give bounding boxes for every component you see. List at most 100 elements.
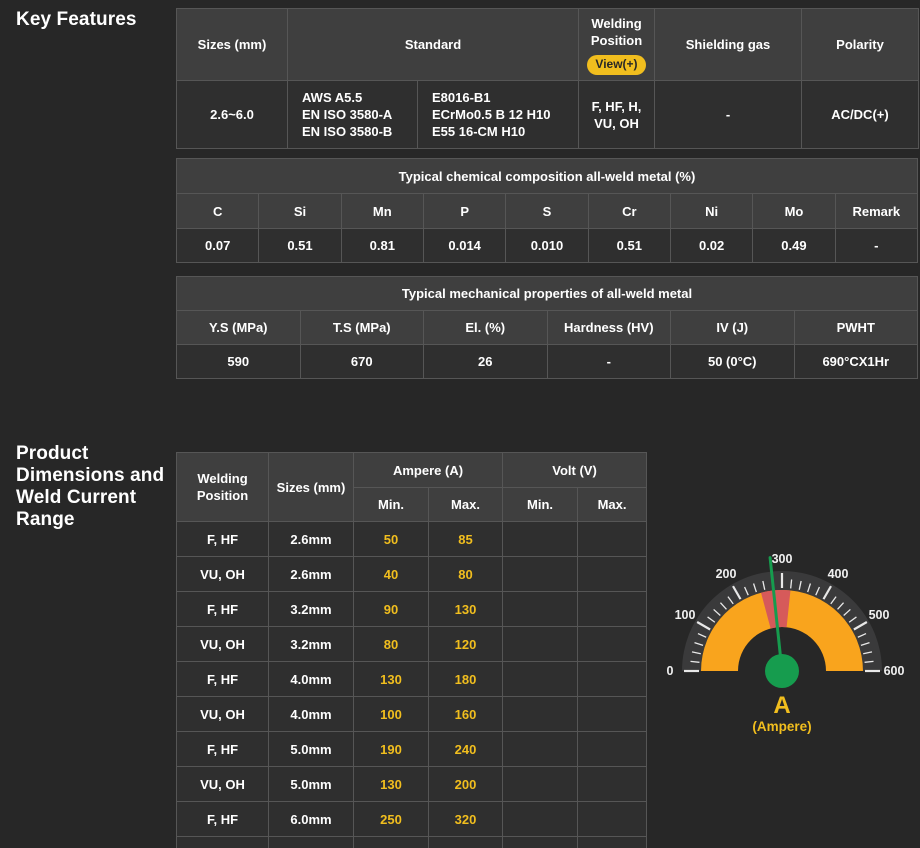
size-cell: 2.6mm	[269, 557, 354, 592]
polarity-value: AC/DC(+)	[802, 81, 919, 149]
current-range-row: F, HF 2.6mm 50 85	[177, 522, 647, 557]
mech-header-cell: PWHT	[794, 311, 918, 345]
ampere-max-cell: 180	[429, 662, 503, 697]
gauge-tick-label: 200	[716, 567, 737, 581]
welding-position-cell: F, HF	[177, 522, 269, 557]
ampere-min-cell: 130	[354, 662, 429, 697]
chem-value-cell: 0.010	[506, 229, 588, 263]
product-spec-page: Key Features Sizes (mm) Standard Welding…	[0, 0, 920, 848]
current-sizes-header: Sizes (mm)	[269, 453, 354, 522]
mech-header-row: Y.S (MPa)T.S (MPa)El. (%)Hardness (HV)IV…	[177, 311, 918, 345]
ampere-min-cell: 130	[354, 767, 429, 802]
chem-header-cell: Ni	[670, 194, 752, 229]
gauge-tick-label: 0	[667, 664, 674, 678]
mech-header-cell: Hardness (HV)	[547, 311, 671, 345]
welding-position-header: Welding Position View(+)	[579, 9, 655, 81]
chem-value-cell: 0.51	[259, 229, 341, 263]
ampere-gauge: 0100200300400500600A(Ampere)	[650, 535, 920, 735]
volt-min-cell	[503, 732, 578, 767]
welding-position-cell: F, HF	[177, 592, 269, 627]
current-range-row-partial	[177, 837, 647, 848]
size-cell: 5.0mm	[269, 767, 354, 802]
chem-value-row: 0.070.510.810.0140.0100.510.020.49-	[177, 229, 918, 263]
mech-value-cell: 50 (0°C)	[671, 345, 795, 379]
standard-spec-line: AWS A5.5	[302, 89, 417, 106]
standard-grade-line: E55 16-CM H10	[432, 123, 578, 140]
size-cell: 5.0mm	[269, 732, 354, 767]
chem-header-cell: Cr	[588, 194, 670, 229]
volt-max-cell	[578, 697, 647, 732]
welding-position-cell: F, HF	[177, 802, 269, 837]
volt-min-cell	[503, 522, 578, 557]
mech-header-cell: IV (J)	[671, 311, 795, 345]
ampere-max-cell: 200	[429, 767, 503, 802]
volt-max-cell	[578, 802, 647, 837]
chemical-composition-table: Typical chemical composition all-weld me…	[176, 158, 918, 263]
mech-value-row: 59067026-50 (0°C)690°CX1Hr	[177, 345, 918, 379]
current-group-header-row: Welding Position Sizes (mm) Ampere (A) V…	[177, 453, 647, 488]
size-cell: 4.0mm	[269, 662, 354, 697]
mech-value-cell: 690°CX1Hr	[794, 345, 918, 379]
chem-header-cell: C	[177, 194, 259, 229]
sizes-header: Sizes (mm)	[177, 9, 288, 81]
gauge-tick-label: 300	[772, 552, 793, 566]
ampere-min-cell: 100	[354, 697, 429, 732]
ampere-min-cell: 80	[354, 627, 429, 662]
welding-position-cell: VU, OH	[177, 627, 269, 662]
volt-min-cell	[503, 697, 578, 732]
view-positions-button[interactable]: View(+)	[587, 55, 645, 75]
gauge-tick-label: 600	[884, 664, 905, 678]
size-cell: 2.6mm	[269, 522, 354, 557]
chem-value-cell: 0.07	[177, 229, 259, 263]
chem-value-cell: 0.81	[341, 229, 423, 263]
welding-position-cell: VU, OH	[177, 767, 269, 802]
chem-title-row: Typical chemical composition all-weld me…	[177, 159, 918, 194]
size-cell: 3.2mm	[269, 592, 354, 627]
sizes-value: 2.6~6.0	[177, 81, 288, 149]
chem-header-cell: S	[506, 194, 588, 229]
volt-min-cell	[503, 802, 578, 837]
mech-value-cell: 590	[177, 345, 301, 379]
mech-value-cell: 670	[300, 345, 424, 379]
ampere-group-header: Ampere (A)	[354, 453, 503, 488]
volt-max-cell	[578, 662, 647, 697]
current-range-table: Welding Position Sizes (mm) Ampere (A) V…	[176, 452, 647, 848]
volt-max-cell	[578, 767, 647, 802]
ampere-gauge-svg: 0100200300400500600A(Ampere)	[650, 535, 920, 735]
current-welding-position-header: Welding Position	[177, 453, 269, 522]
volt-group-header: Volt (V)	[503, 453, 647, 488]
standard-grades-cell: E8016-B1ECrMo0.5 B 12 H10E55 16-CM H10	[418, 81, 579, 149]
standard-specs-cell: AWS A5.5EN ISO 3580-AEN ISO 3580-B	[288, 81, 418, 149]
gauge-tick-label: 500	[869, 608, 890, 622]
spec-data-row: 2.6~6.0 AWS A5.5EN ISO 3580-AEN ISO 3580…	[177, 81, 919, 149]
current-range-row: VU, OH 3.2mm 80 120	[177, 627, 647, 662]
chem-value-cell: 0.49	[753, 229, 835, 263]
standard-spec-line: EN ISO 3580-A	[302, 106, 417, 123]
spec-table: Sizes (mm) Standard Welding Position Vie…	[176, 8, 919, 149]
ampere-max-cell: 240	[429, 732, 503, 767]
ampere-min-cell: 40	[354, 557, 429, 592]
volt-min-header: Min.	[503, 488, 578, 522]
volt-min-cell	[503, 662, 578, 697]
ampere-min-cell: 90	[354, 592, 429, 627]
welding-position-cell: VU, OH	[177, 697, 269, 732]
volt-min-cell	[503, 557, 578, 592]
ampere-max-cell: 85	[429, 522, 503, 557]
welding-position-value: F, HF, H, VU, OH	[579, 81, 655, 149]
mech-table-title: Typical mechanical properties of all-wel…	[177, 277, 918, 311]
welding-position-cell: VU, OH	[177, 557, 269, 592]
mech-header-cell: El. (%)	[424, 311, 548, 345]
ampere-min-cell: 250	[354, 802, 429, 837]
chem-header-cell: Mo	[753, 194, 835, 229]
spec-header-row: Sizes (mm) Standard Welding Position Vie…	[177, 9, 919, 81]
chem-header-row: CSiMnPSCrNiMoRemark	[177, 194, 918, 229]
standard-grade-line: ECrMo0.5 B 12 H10	[432, 106, 578, 123]
mechanical-properties-table: Typical mechanical properties of all-wel…	[176, 276, 918, 379]
chem-value-cell: 0.51	[588, 229, 670, 263]
chem-header-cell: Si	[259, 194, 341, 229]
size-cell: 6.0mm	[269, 802, 354, 837]
chem-header-cell: Remark	[835, 194, 917, 229]
size-cell: 4.0mm	[269, 697, 354, 732]
ampere-min-header: Min.	[354, 488, 429, 522]
standard-spec-line: EN ISO 3580-B	[302, 123, 417, 140]
